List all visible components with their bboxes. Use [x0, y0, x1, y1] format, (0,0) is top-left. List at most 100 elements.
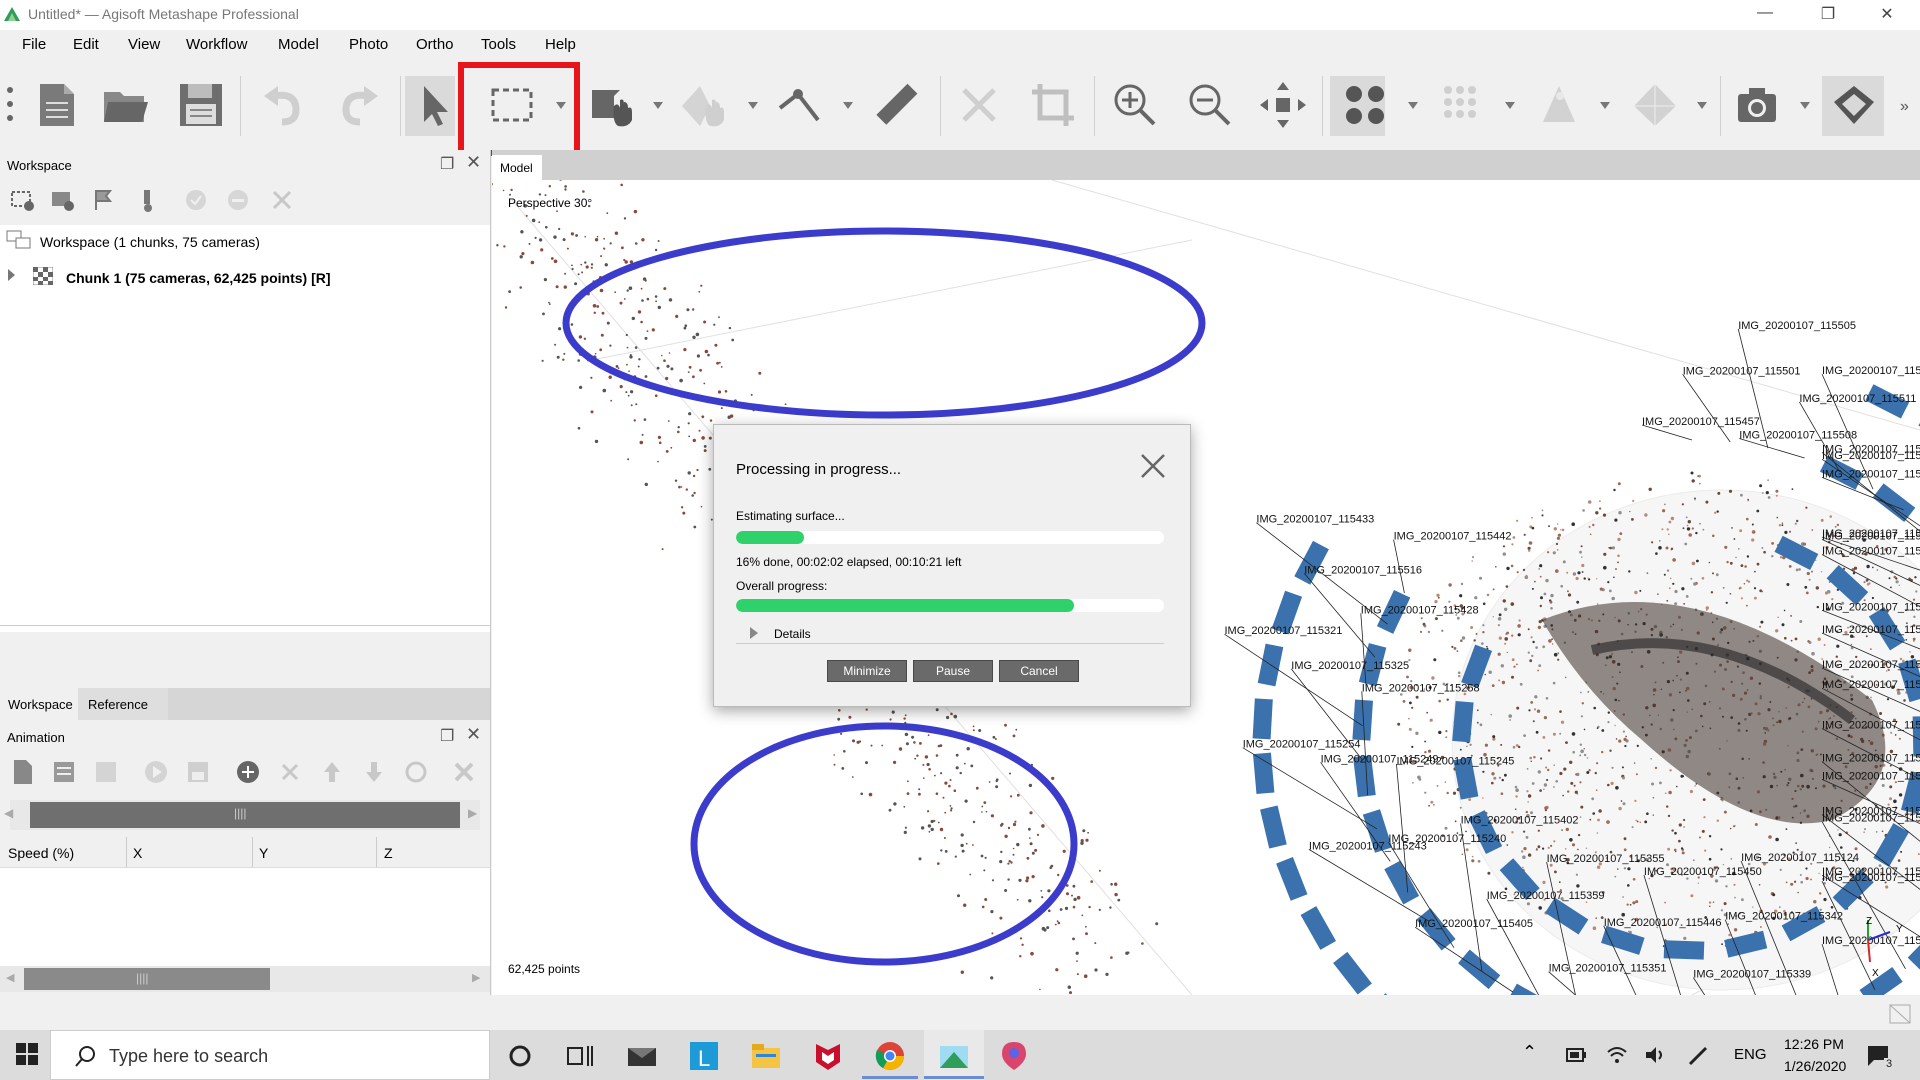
tab-reference[interactable]: Reference	[78, 688, 168, 720]
camera-label[interactable]: IMG_20200107_115501	[1683, 365, 1801, 377]
chevron-down-icon[interactable]	[1800, 102, 1810, 110]
camera-label[interactable]: IMG_20200107_115505	[1738, 320, 1856, 332]
settings-wrench-icon[interactable]	[452, 760, 476, 784]
camera-label[interactable]: IMG_20200107_115211	[1822, 443, 1920, 455]
open-folder-icon[interactable]	[102, 82, 148, 128]
camera-label[interactable]: IMG_20200107_115516	[1304, 564, 1422, 576]
table-scroll-thumb[interactable]: ||||	[24, 968, 270, 990]
add-markers-icon[interactable]	[92, 188, 116, 212]
scroll-right-icon[interactable]: ▶	[468, 806, 477, 820]
chrome-icon[interactable]	[874, 1040, 906, 1072]
camera-label[interactable]: IMG_20200107_115219	[1822, 624, 1920, 636]
disable-icon[interactable]	[226, 188, 250, 212]
camera-label[interactable]: IMG_20200107_115149	[1822, 770, 1920, 782]
expand-arrow-icon[interactable]	[6, 269, 16, 281]
menu-tools[interactable]: Tools	[481, 36, 516, 53]
camera-plane[interactable]	[1333, 951, 1372, 995]
camera-plane[interactable]	[1452, 700, 1474, 743]
play-icon[interactable]	[144, 760, 168, 784]
ruler-icon[interactable]	[876, 82, 922, 128]
close-icon[interactable]: ✕	[466, 724, 481, 745]
battery-icon[interactable]	[1566, 1048, 1586, 1062]
scroll-right-icon[interactable]: ▶	[472, 971, 480, 984]
menu-workflow[interactable]: Workflow	[186, 36, 247, 53]
timeline-scrollbar[interactable]: ◀ |||| ▶	[4, 800, 480, 830]
windows-start-icon[interactable]	[16, 1043, 38, 1065]
ruler-angle-icon[interactable]	[776, 82, 822, 128]
workspace-root-label[interactable]: Workspace (1 chunks, 75 cameras)	[40, 234, 260, 250]
language-indicator[interactable]: ENG	[1734, 1046, 1767, 1063]
cortana-icon[interactable]	[504, 1040, 536, 1072]
camera-label[interactable]: IMG_20200107_115450	[1644, 866, 1762, 878]
clock-date[interactable]: 1/26/2020	[1784, 1058, 1846, 1074]
camera-label[interactable]: IMG_20200107_115132	[1822, 872, 1920, 884]
undock-icon[interactable]: ❐	[440, 726, 454, 746]
remove-keyframe-icon[interactable]	[278, 760, 302, 784]
menu-view[interactable]: View	[128, 36, 160, 53]
undo-icon[interactable]	[260, 82, 306, 128]
camera-label[interactable]: IMG_20200107_115154	[1822, 679, 1920, 691]
camera-label[interactable]: IMG_20200107_115359	[1487, 890, 1605, 902]
camera-label[interactable]: IMG_20200107_115124	[1741, 852, 1859, 864]
camera-plane[interactable]	[1276, 856, 1308, 901]
chevron-down-icon[interactable]	[843, 102, 853, 110]
fullscreen-icon[interactable]	[1888, 1003, 1912, 1025]
camera-label[interactable]: IMG_20200107_115351	[1549, 963, 1667, 975]
add-keyframe-icon[interactable]	[236, 760, 260, 784]
camera-label[interactable]: IMG_20200107_115152	[1822, 720, 1920, 732]
clock-time[interactable]: 12:26 PM	[1784, 1036, 1844, 1052]
camera-label[interactable]: IMG_20200107_115355	[1547, 853, 1665, 865]
camera-label[interactable]: IMG_20200107_115258	[1362, 682, 1480, 694]
camera-label[interactable]: IMG_20200107_115428	[1361, 604, 1479, 616]
camera-label[interactable]: IMG_20200107_115157	[1822, 659, 1920, 671]
camera-label[interactable]: IMG_20200107_115243	[1309, 840, 1427, 852]
camera-label[interactable]: IMG_20200107_115402	[1461, 815, 1579, 827]
remove-items-icon[interactable]	[270, 188, 294, 212]
chevron-down-icon[interactable]	[748, 102, 758, 110]
redo-icon[interactable]	[336, 82, 382, 128]
volume-icon[interactable]	[1644, 1045, 1666, 1065]
camera-label[interactable]: IMG_20200107_115126	[1822, 935, 1920, 947]
close-icon[interactable]	[1138, 451, 1168, 481]
camera-label[interactable]: IMG_20200107_115342	[1725, 911, 1843, 923]
loop-icon[interactable]	[404, 760, 428, 784]
tray-chevron-up-icon[interactable]: ⌃	[1522, 1042, 1537, 1063]
menu-photo[interactable]: Photo	[349, 36, 388, 53]
reset-view-icon[interactable]	[1260, 82, 1306, 128]
camera-label[interactable]: IMG_20200107_115254	[1243, 739, 1361, 751]
camera-label[interactable]: IMG_20200107_115517	[1822, 468, 1920, 480]
point-cloud-icon[interactable]	[1342, 82, 1388, 128]
new-animation-icon[interactable]	[12, 760, 32, 784]
close-icon[interactable]: ✕	[466, 152, 481, 173]
camera-label[interactable]: IMG_20200107_115321	[1225, 625, 1343, 637]
wifi-icon[interactable]	[1606, 1044, 1628, 1064]
table-scrollbar[interactable]: ◀ |||| ▶	[0, 966, 490, 992]
menu-ortho[interactable]: Ortho	[416, 36, 454, 53]
save-icon[interactable]	[178, 82, 224, 128]
delete-selection-icon[interactable]	[956, 82, 1002, 128]
enable-icon[interactable]	[184, 188, 208, 212]
menu-help[interactable]: Help	[545, 36, 576, 53]
rotate-object-icon[interactable]	[680, 82, 726, 128]
file-explorer-icon[interactable]	[750, 1040, 782, 1072]
keyframe-icon[interactable]	[94, 760, 118, 784]
add-photos-icon[interactable]	[50, 188, 74, 212]
chevron-down-icon[interactable]	[1408, 102, 1418, 110]
menu-model[interactable]: Model	[278, 36, 319, 53]
minimize-button[interactable]: —	[1745, 4, 1785, 26]
tab-workspace[interactable]: Workspace	[0, 688, 78, 720]
move-up-icon[interactable]	[320, 760, 344, 784]
model-shaded-icon[interactable]	[1537, 82, 1583, 128]
menu-edit[interactable]: Edit	[73, 36, 99, 53]
minimize-dialog-button[interactable]: Minimize	[827, 660, 907, 682]
camera-plane[interactable]	[1260, 805, 1287, 849]
pen-icon[interactable]	[1686, 1044, 1710, 1066]
camera-label[interactable]: IMG_20200107_115508	[1739, 430, 1857, 442]
app-l-icon[interactable]: L	[688, 1040, 720, 1072]
save-animation-icon[interactable]	[186, 760, 210, 784]
navigation-cursor-icon[interactable]	[410, 82, 456, 128]
close-window-button[interactable]: ✕	[1867, 4, 1907, 26]
mail-icon[interactable]	[626, 1040, 658, 1072]
camera-label[interactable]: IMG_20200107_115325	[1291, 660, 1409, 672]
cancel-button[interactable]: Cancel	[999, 660, 1079, 682]
